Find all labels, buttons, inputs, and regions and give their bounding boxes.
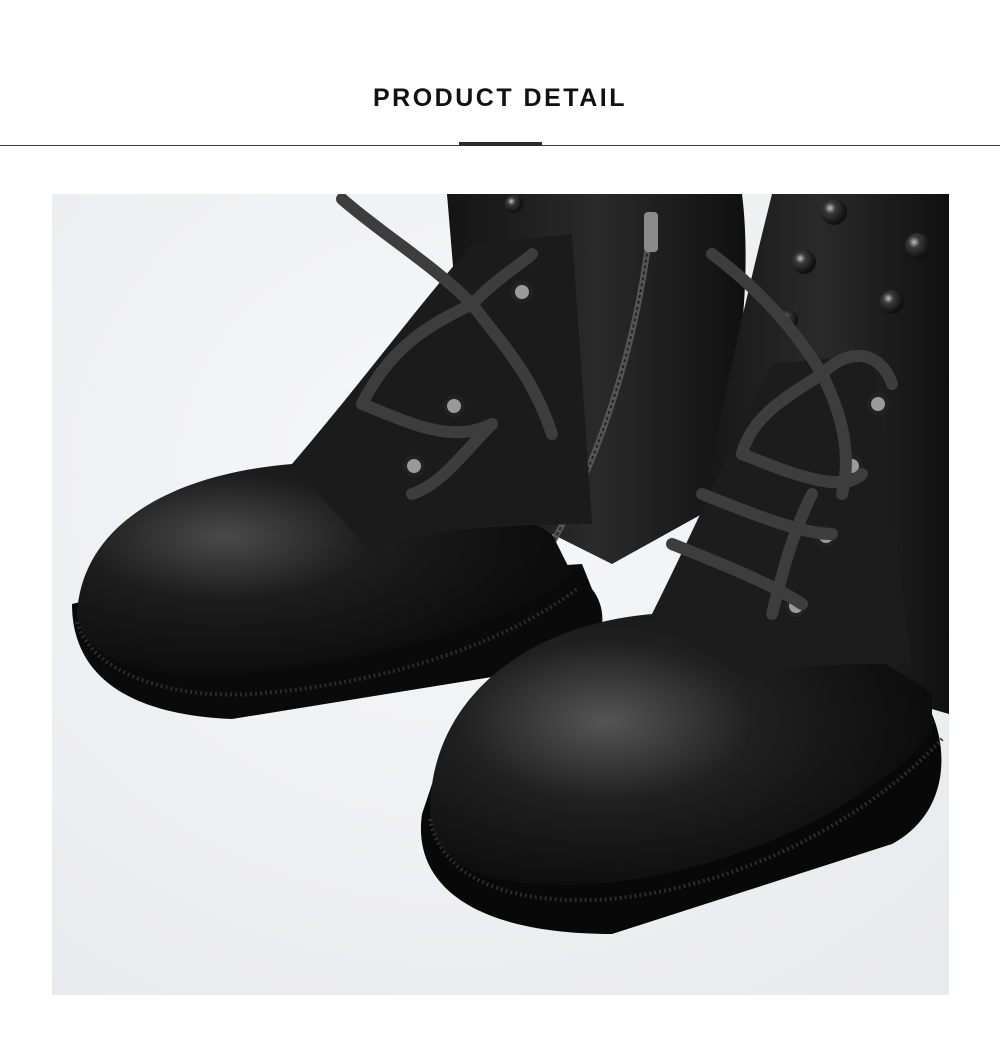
section-title: PRODUCT DETAIL xyxy=(373,84,627,112)
header-divider-accent xyxy=(459,142,542,146)
product-photo xyxy=(52,194,949,995)
section-header: PRODUCT DETAIL xyxy=(0,0,1000,150)
boots-illustration xyxy=(52,194,949,995)
left-boot-studs xyxy=(505,195,523,213)
zipper-pull xyxy=(644,212,658,252)
